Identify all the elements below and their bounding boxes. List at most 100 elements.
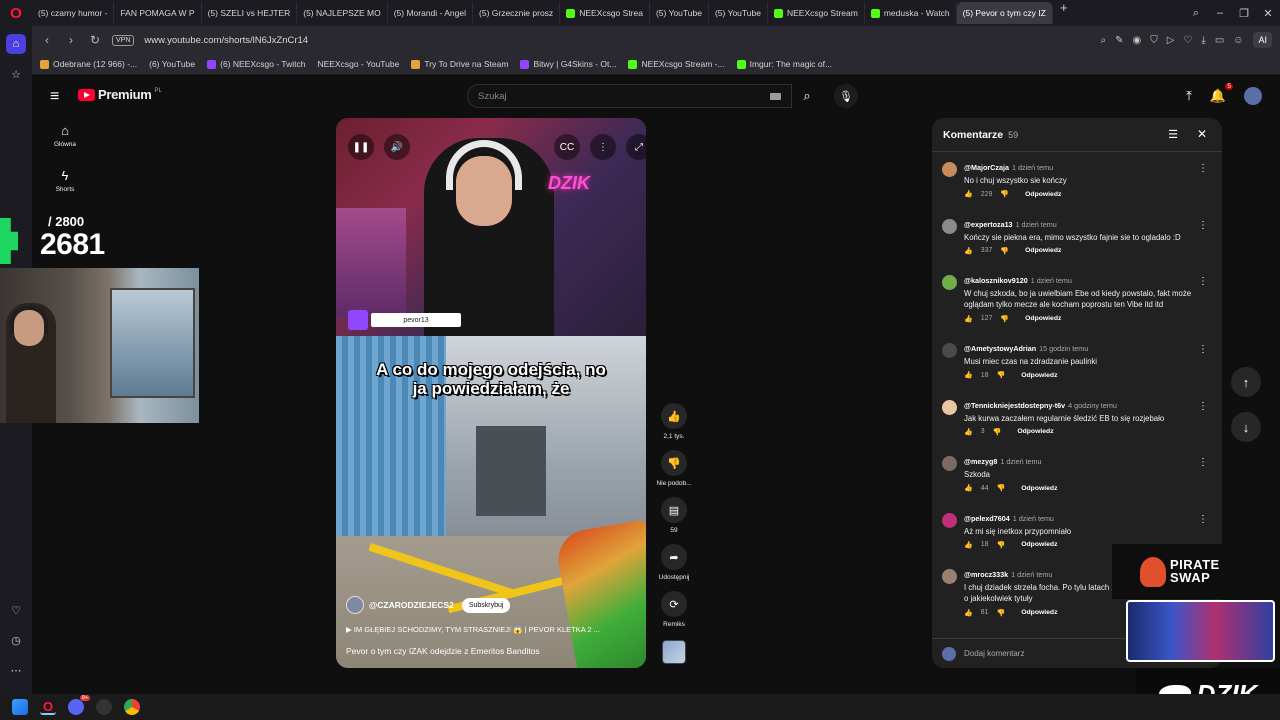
thumbs-up-icon[interactable]: 👍 xyxy=(964,190,973,198)
comment-avatar[interactable] xyxy=(942,456,957,471)
thumbs-down-icon[interactable]: 👎 xyxy=(997,484,1006,492)
edit-icon[interactable]: ✎ xyxy=(1115,35,1123,46)
thumbs-up-icon[interactable]: 👍 xyxy=(964,371,973,379)
upload-icon[interactable]: ⤒ xyxy=(1186,88,1192,104)
download-icon[interactable]: ⤓ xyxy=(1201,35,1205,46)
comment-avatar[interactable] xyxy=(942,512,957,528)
browser-tab[interactable]: (5) NAJLEPSZE MO xyxy=(32,2,1280,694)
reply-button[interactable]: Odpowiedz xyxy=(1025,191,1061,198)
reply-button[interactable]: Odpowiedz xyxy=(1021,485,1057,492)
nav-item-shorts[interactable]: ϟ Shorts xyxy=(40,168,90,193)
new-tab-icon[interactable]: + xyxy=(1053,0,1075,26)
music-link[interactable]: ▶ IM GŁĘBIEJ SCHODZIMY, TYM STRASZNIEJ! … xyxy=(346,625,636,634)
comment-avatar[interactable] xyxy=(942,569,957,584)
bookmark[interactable]: NEEXcsgo - YouTube xyxy=(64,59,1280,720)
browser-tab[interactable]: (5) YouTube xyxy=(32,2,1280,694)
discord-icon[interactable]: 9+ xyxy=(68,695,90,715)
thumbs-down-icon[interactable]: 👎 xyxy=(997,371,1006,379)
volume-icon[interactable]: 🔊 xyxy=(384,134,410,160)
video-title[interactable]: Pevor o tym czy IZAK odejdzie z Emeritos… xyxy=(346,646,540,656)
more-vert-icon[interactable]: ⋮ xyxy=(1198,163,1208,174)
comment-avatar[interactable] xyxy=(942,399,957,415)
comment-author[interactable]: @Tennickniejestdostepny-t6v xyxy=(964,401,1065,410)
more-vert-icon[interactable]: ⋮ xyxy=(1198,220,1208,231)
reply-button[interactable]: Odpowiedz xyxy=(1021,541,1057,548)
vpn-badge[interactable]: VPN xyxy=(112,34,135,46)
steam-icon[interactable] xyxy=(96,699,112,715)
youtube-logo[interactable]: Premium PL xyxy=(78,87,162,102)
browser-tab[interactable]: meduska - Watch xyxy=(865,2,957,24)
browser-tab-active[interactable]: (5) Pevor o tym czy IZ xyxy=(32,2,1280,694)
more-vert-icon[interactable]: ⋮ xyxy=(1198,276,1208,287)
search-tabs-icon[interactable]: ⌕ xyxy=(1184,7,1208,20)
home-icon[interactable]: ⌂ xyxy=(6,34,26,54)
comment-author[interactable]: @MajorCzaja xyxy=(964,163,1009,172)
more-vert-icon[interactable]: ⋮ xyxy=(590,134,616,160)
previous-short-button[interactable]: ↑ xyxy=(1231,367,1261,397)
maximize-icon[interactable]: ❐ xyxy=(1232,7,1256,20)
browser-tab[interactable]: NEEXcsgo Strea xyxy=(560,2,650,24)
thumbs-down-icon[interactable]: 👎 xyxy=(997,541,1006,549)
thumbs-down-icon[interactable]: 👎 xyxy=(997,609,1006,617)
sort-icon[interactable]: ☰ xyxy=(1168,128,1178,141)
thumbs-up-icon[interactable]: 👍 xyxy=(964,484,973,492)
shorts-player[interactable]: DZIK pevor13 ❚❚ 🔊 CC ⋮ ⤢ A co do mojego … xyxy=(336,118,646,668)
reply-button[interactable]: Odpowiedz xyxy=(1017,428,1053,435)
avatar[interactable] xyxy=(1244,87,1262,105)
browser-tab[interactable]: NEEXcsgo Stream xyxy=(768,2,865,24)
dislike-button[interactable]: 👎 xyxy=(661,450,687,476)
more-vert-icon[interactable]: ⋮ xyxy=(1198,514,1208,525)
sound-thumbnail[interactable] xyxy=(662,640,686,664)
thumbs-up-icon[interactable]: 👍 xyxy=(964,428,973,436)
keyboard-icon[interactable] xyxy=(770,93,781,100)
bookmark[interactable]: (6) YouTube xyxy=(64,59,1280,720)
bookmark[interactable]: NEEXcsgo Stream -... xyxy=(628,59,725,69)
thumbs-down-icon[interactable]: 👎 xyxy=(1000,247,1009,255)
more-vert-icon[interactable]: ⋮ xyxy=(1198,344,1208,355)
like-button[interactable]: 👍 xyxy=(661,403,687,429)
chrome-icon[interactable] xyxy=(124,699,140,715)
thumbs-down-icon[interactable]: 👎 xyxy=(1000,315,1009,323)
pause-icon[interactable]: ❚❚ xyxy=(348,134,374,160)
profile-icon[interactable]: ☺ xyxy=(1233,35,1243,46)
opera-taskbar-icon[interactable]: O xyxy=(40,699,56,715)
windows-start-icon[interactable] xyxy=(12,699,28,715)
comments-button[interactable]: ▤ xyxy=(661,497,687,523)
browser-tab[interactable]: (5) Morandi - Angel xyxy=(32,2,1280,694)
comment-avatar[interactable] xyxy=(942,343,957,358)
heart-icon[interactable]: ♡ xyxy=(1183,35,1192,46)
add-comment-input[interactable]: Dodaj komentarz xyxy=(964,649,1024,658)
comment-author[interactable]: @AmetystowyAdrian xyxy=(964,344,1036,353)
bookmark[interactable]: Odebrane (12 966) -... xyxy=(40,59,137,69)
bookmark[interactable]: Bitwy | G4Skins - Ot... xyxy=(520,59,616,69)
browser-tab[interactable]: FAN POMAGA W P xyxy=(32,2,1280,694)
captions-icon[interactable]: CC xyxy=(554,134,580,160)
back-icon[interactable]: ‹ xyxy=(40,33,54,47)
shield-icon[interactable]: ⛉ xyxy=(1150,35,1158,46)
search-button[interactable]: ⌕ xyxy=(792,84,822,108)
browser-tab[interactable]: (5) Grzecznie prosz xyxy=(32,2,1280,694)
thumbs-up-icon[interactable]: 👍 xyxy=(964,315,973,323)
subscribe-button[interactable]: Subskrybuj xyxy=(461,597,511,613)
thumbs-up-icon[interactable]: 👍 xyxy=(964,247,973,255)
wallet-icon[interactable]: ▭ xyxy=(1215,35,1224,46)
reply-button[interactable]: Odpowiedz xyxy=(1025,247,1061,254)
more-vert-icon[interactable]: ⋮ xyxy=(1198,401,1208,412)
more-vert-icon[interactable]: ⋮ xyxy=(1198,457,1208,468)
reply-button[interactable]: Odpowiedz xyxy=(1021,609,1057,616)
search-page-icon[interactable]: ⌕ xyxy=(1100,35,1106,46)
reply-button[interactable]: Odpowiedz xyxy=(1025,315,1061,322)
url-field[interactable]: www.youtube.com/shorts/lN6JxZnCr14 xyxy=(144,35,1090,46)
thumbs-down-icon[interactable]: 👎 xyxy=(993,428,1002,436)
comment-author[interactable]: @mrocz333k xyxy=(964,570,1008,579)
close-icon[interactable]: ✕ xyxy=(1197,127,1207,141)
heart-icon[interactable]: ♡ xyxy=(6,600,26,620)
bookmark[interactable]: Try To Drive na Steam xyxy=(411,59,508,69)
comment-author[interactable]: @expertoza13 xyxy=(964,220,1013,229)
reply-button[interactable]: Odpowiedz xyxy=(1021,372,1057,379)
browser-tab[interactable]: (5) czarny humor - xyxy=(32,2,1280,694)
share-button[interactable]: ➦ xyxy=(661,544,687,570)
close-window-icon[interactable]: ✕ xyxy=(1256,7,1280,20)
bookmark[interactable]: (6) NEEXcsgo - Twitch xyxy=(207,59,305,69)
star-icon[interactable]: ☆ xyxy=(6,64,26,84)
